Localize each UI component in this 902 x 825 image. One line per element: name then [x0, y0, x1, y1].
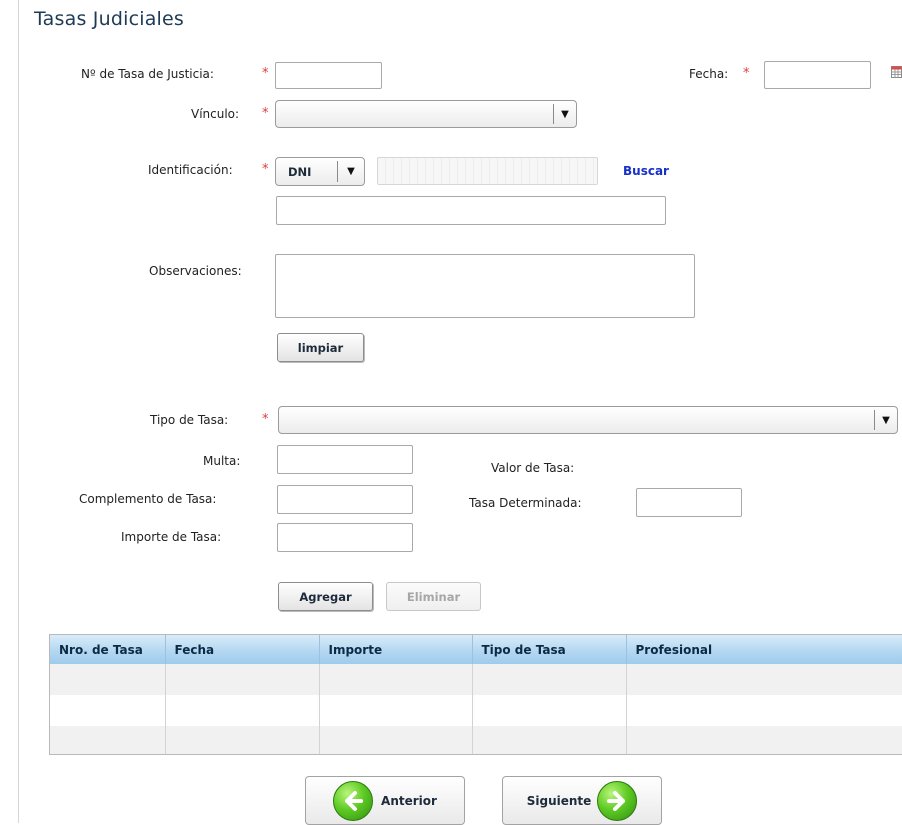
table-row[interactable]	[50, 695, 902, 726]
table-cell	[472, 664, 627, 695]
page-title: Tasas Judiciales	[34, 8, 185, 30]
doc-number-input[interactable]	[377, 157, 598, 185]
chevron-down-icon: ▼	[874, 410, 897, 430]
nro-tasa-label: Nº de Tasa de Justicia:	[81, 67, 214, 81]
identificacion-label: Identificación:	[148, 163, 233, 177]
required-mark: *	[262, 162, 269, 177]
tipo-tasa-select[interactable]: ▼	[278, 406, 898, 434]
table-cell	[626, 695, 902, 726]
anterior-button[interactable]: Anterior	[305, 776, 465, 825]
column-header[interactable]: Nro. de Tasa	[50, 635, 166, 664]
table-cell	[472, 695, 627, 726]
table-cell	[472, 726, 627, 754]
tasa-determinada-label: Tasa Determinada:	[469, 496, 582, 510]
complemento-label: Complemento de Tasa:	[79, 492, 217, 506]
siguiente-label: Siguiente	[526, 793, 592, 808]
doc-type-select[interactable]: DNI ▼	[275, 157, 365, 186]
column-header[interactable]: Fecha	[165, 635, 320, 664]
table-row[interactable]	[50, 664, 902, 695]
doc-type-value: DNI	[288, 165, 312, 179]
column-header[interactable]: Tipo de Tasa	[472, 635, 627, 664]
chevron-down-icon: ▼	[553, 104, 576, 124]
required-mark: *	[743, 66, 750, 81]
required-mark: *	[262, 106, 269, 121]
column-header[interactable]: Importe	[319, 635, 473, 664]
identificacion-result-field[interactable]	[276, 196, 666, 225]
vinculo-select[interactable]: ▼	[275, 100, 577, 128]
tasa-determinada-input[interactable]	[636, 488, 742, 517]
left-border	[18, 0, 19, 823]
table-cell	[319, 726, 473, 754]
table-cell	[319, 664, 473, 695]
table-row[interactable]	[50, 726, 902, 754]
arrow-left-icon	[333, 780, 374, 821]
importe-label: Importe de Tasa:	[121, 530, 222, 544]
table-header-row: Nro. de Tasa Fecha Importe Tipo de Tasa …	[50, 635, 902, 664]
fecha-input[interactable]	[764, 61, 871, 89]
observaciones-label: Observaciones:	[149, 264, 242, 278]
calendar-icon[interactable]	[891, 66, 902, 78]
column-header[interactable]: Profesional	[626, 635, 902, 664]
table-cell	[50, 726, 166, 754]
nro-tasa-input[interactable]	[275, 62, 382, 89]
table-cell	[626, 664, 902, 695]
valor-tasa-label: Valor de Tasa:	[491, 461, 575, 475]
table-cell	[50, 664, 166, 695]
required-mark: *	[262, 412, 269, 427]
table-cell	[165, 664, 320, 695]
table-cell	[165, 726, 320, 754]
siguiente-button[interactable]: Siguiente	[502, 776, 662, 825]
limpiar-button[interactable]: limpiar	[277, 333, 364, 362]
complemento-input[interactable]	[277, 485, 413, 514]
table-cell	[319, 695, 473, 726]
importe-input[interactable]	[277, 523, 413, 552]
agregar-button[interactable]: Agregar	[278, 582, 373, 611]
vinculo-label: Vínculo:	[191, 107, 240, 121]
chevron-down-icon: ▼	[337, 161, 364, 182]
eliminar-button: Eliminar	[386, 582, 481, 611]
arrow-right-icon	[597, 780, 638, 821]
observaciones-textarea[interactable]	[275, 254, 695, 318]
multa-label: Multa:	[203, 454, 241, 468]
table-cell	[626, 726, 902, 754]
tasas-table: Nro. de Tasa Fecha Importe Tipo de Tasa …	[49, 634, 902, 755]
anterior-label: Anterior	[381, 793, 437, 808]
buscar-link[interactable]: Buscar	[623, 164, 669, 178]
multa-input[interactable]	[277, 445, 413, 474]
required-mark: *	[262, 66, 269, 81]
tipo-tasa-label: Tipo de Tasa:	[150, 413, 229, 427]
table-cell	[165, 695, 320, 726]
fecha-label: Fecha:	[689, 67, 729, 81]
table-cell	[50, 695, 166, 726]
